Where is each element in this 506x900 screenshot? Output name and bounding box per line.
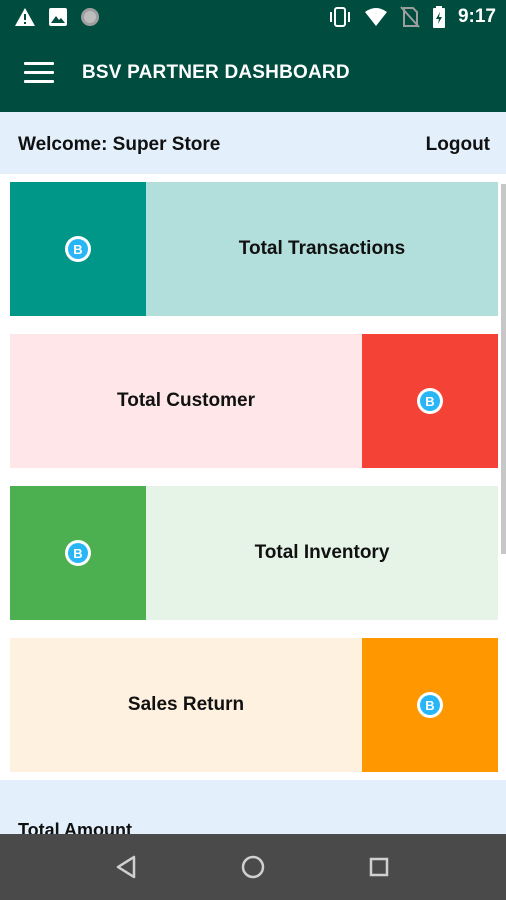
bsv-logo-icon: B bbox=[417, 388, 443, 414]
welcome-bar: Welcome: Super Store Logout bbox=[0, 112, 506, 174]
card-label: Total Inventory bbox=[146, 486, 498, 620]
warning-icon bbox=[15, 8, 35, 26]
welcome-text: Welcome: Super Store bbox=[18, 134, 221, 155]
svg-text:B: B bbox=[425, 394, 434, 409]
app-bar: BSV PARTNER DASHBOARD bbox=[0, 36, 506, 112]
svg-text:B: B bbox=[73, 242, 82, 257]
image-icon bbox=[49, 8, 67, 26]
card-icon-box: B bbox=[362, 334, 498, 468]
vibrate-icon bbox=[329, 7, 350, 27]
status-bar: 9:17 bbox=[0, 0, 506, 36]
back-icon[interactable] bbox=[112, 852, 142, 882]
battery-icon bbox=[432, 6, 445, 28]
circle-icon bbox=[81, 8, 99, 26]
no-sim-icon bbox=[400, 6, 420, 28]
card-icon-box: B bbox=[10, 182, 146, 316]
card-total-inventory[interactable]: B Total Inventory bbox=[10, 486, 498, 620]
svg-text:B: B bbox=[425, 698, 434, 713]
card-icon-box: B bbox=[10, 486, 146, 620]
card-label: Sales Return bbox=[10, 638, 362, 772]
scrollbar[interactable] bbox=[501, 184, 506, 554]
home-icon[interactable] bbox=[238, 852, 268, 882]
card-sales-return[interactable]: Sales Return B bbox=[10, 638, 498, 772]
hamburger-menu-icon[interactable] bbox=[24, 62, 54, 86]
bsv-logo-icon: B bbox=[417, 692, 443, 718]
wifi-icon bbox=[364, 8, 387, 26]
card-label: Total Customer bbox=[10, 334, 362, 468]
status-left-icons bbox=[14, 7, 100, 27]
card-label: Total Transactions bbox=[146, 182, 498, 316]
total-amount-section: Total Amount bbox=[0, 780, 506, 834]
navigation-bar bbox=[0, 834, 506, 900]
status-right-icons: 9:17 bbox=[328, 6, 496, 28]
logout-button[interactable]: Logout bbox=[426, 134, 490, 156]
total-amount-label: Total Amount bbox=[18, 820, 132, 834]
card-total-customer[interactable]: Total Customer B bbox=[10, 334, 498, 468]
status-time: 9:17 bbox=[457, 6, 496, 27]
recents-icon[interactable] bbox=[364, 852, 394, 882]
card-icon-box: B bbox=[362, 638, 498, 772]
card-total-transactions[interactable]: B Total Transactions bbox=[10, 182, 498, 316]
bsv-logo-icon: B bbox=[65, 540, 91, 566]
dashboard-content: B Total Transactions Total Customer B B … bbox=[0, 174, 506, 780]
svg-text:B: B bbox=[73, 546, 82, 561]
app-title: BSV PARTNER DASHBOARD bbox=[82, 62, 350, 83]
bsv-logo-icon: B bbox=[65, 236, 91, 262]
